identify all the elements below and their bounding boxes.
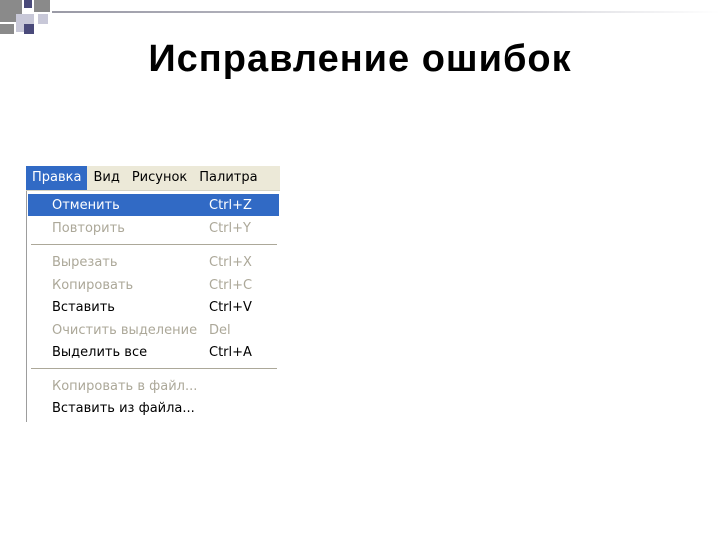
menu-item-paste-from-file[interactable]: Вставить из файла...	[28, 397, 279, 419]
slide-title: Исправление ошибок	[148, 38, 572, 80]
menu-item-shortcut: Ctrl+Z	[209, 197, 252, 213]
menu-item-label: Вырезать	[52, 254, 118, 270]
menu-item-cut[interactable]: Вырезать Ctrl+X	[28, 251, 279, 273]
edit-dropdown-menu: Отменить Ctrl+Z Повторить Ctrl+Y Вырезат…	[26, 191, 280, 422]
menubar: Правка Вид Рисунок Палитра	[26, 166, 280, 191]
menu-item-select-all[interactable]: Выделить все Ctrl+A	[28, 341, 279, 363]
menu-screenshot: Правка Вид Рисунок Палитра Отменить Ctrl…	[26, 166, 280, 422]
menu-item-label: Вставить	[52, 299, 115, 315]
menu-item-label: Повторить	[52, 220, 125, 236]
menubar-item-palette[interactable]: Палитра	[193, 166, 263, 190]
menu-item-shortcut: Ctrl+V	[209, 299, 252, 315]
menubar-item-edit[interactable]: Правка	[26, 166, 88, 190]
menu-item-label: Копировать	[52, 277, 134, 293]
menubar-item-view[interactable]: Вид	[87, 166, 125, 190]
menu-item-shortcut: Ctrl+A	[209, 344, 252, 360]
menu-item-label: Очистить выделение	[52, 322, 198, 338]
menu-item-clear-selection[interactable]: Очистить выделение Del	[28, 319, 279, 341]
menu-item-redo[interactable]: Повторить Ctrl+Y	[28, 217, 279, 239]
menu-item-label: Вставить из файла...	[52, 400, 195, 416]
menu-item-label: Отменить	[52, 197, 120, 213]
menu-item-copy-to-file[interactable]: Копировать в файл...	[28, 375, 279, 397]
menu-item-shortcut: Ctrl+Y	[209, 220, 251, 236]
menu-separator	[31, 244, 277, 245]
menu-item-shortcut: Ctrl+C	[209, 277, 253, 293]
menu-item-shortcut: Ctrl+X	[209, 254, 252, 270]
menu-separator	[31, 368, 277, 369]
menu-item-label: Копировать в файл...	[52, 378, 198, 394]
menubar-item-image[interactable]: Рисунок	[126, 166, 193, 190]
menu-item-undo[interactable]: Отменить Ctrl+Z	[28, 194, 279, 216]
slide-top-rule	[52, 11, 720, 13]
menu-item-paste[interactable]: Вставить Ctrl+V	[28, 296, 279, 318]
menu-item-label: Выделить все	[52, 344, 148, 360]
menu-item-copy[interactable]: Копировать Ctrl+C	[28, 274, 279, 296]
menu-item-shortcut: Del	[209, 322, 231, 338]
